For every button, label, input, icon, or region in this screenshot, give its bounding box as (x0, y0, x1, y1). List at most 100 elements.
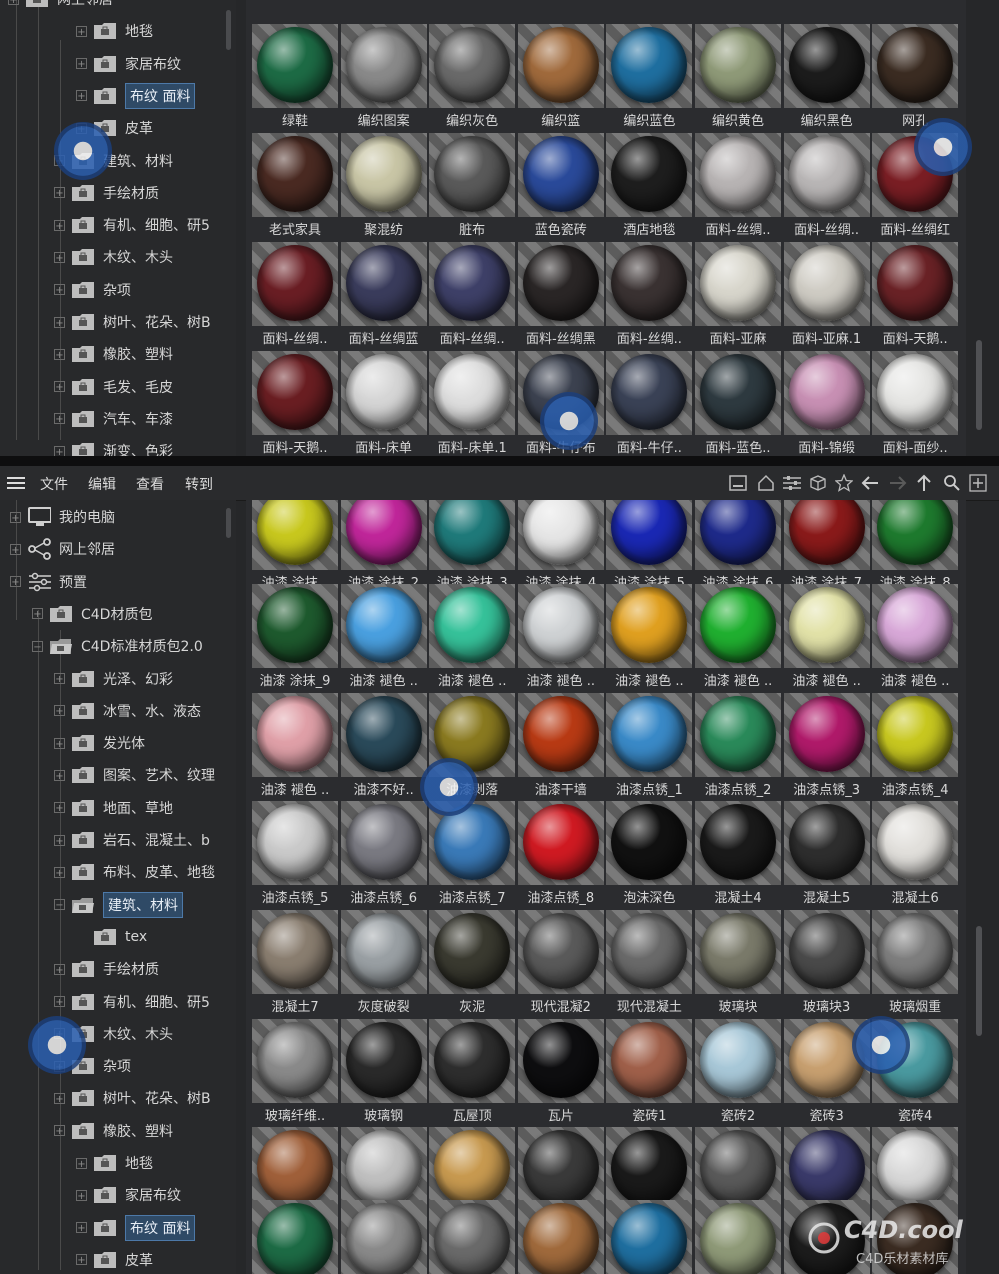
expand-toggle-icon[interactable]: + (54, 284, 65, 296)
material-tile[interactable]: 面料-丝绸.. (783, 133, 870, 238)
tree-node[interactable]: + 有机、细胞、研5 (54, 210, 210, 240)
tree-node[interactable]: + 我的电脑 (10, 502, 115, 532)
material-tile[interactable]: 油漆 涂抹_8 (872, 500, 959, 591)
tree-node[interactable]: + 地毯 (76, 1148, 153, 1178)
star-icon[interactable] (834, 473, 854, 493)
tree-node[interactable]: + 树叶、花朵、树B (54, 307, 211, 337)
material-tile[interactable]: 网孔 (872, 24, 959, 129)
material-tile[interactable] (606, 0, 692, 10)
material-tile[interactable]: 蓝色瓷砖 (517, 133, 604, 238)
tree-node[interactable]: − C4D标准材质包2.0 (32, 631, 203, 661)
material-tile[interactable] (695, 0, 781, 10)
material-tile[interactable]: 油漆 涂抹_9 (252, 584, 338, 689)
expand-toggle-icon[interactable]: + (10, 576, 21, 588)
material-tile[interactable]: 编织黄色 (695, 1200, 781, 1274)
material-tile[interactable]: 面料-天鹅.. (872, 242, 959, 347)
expand-toggle-icon[interactable]: + (54, 673, 65, 685)
search-icon[interactable] (942, 473, 962, 493)
material-tile[interactable]: 油漆 涂抹_3 (429, 500, 516, 591)
material-tile[interactable]: 混凝土5 (783, 801, 870, 906)
material-tile[interactable]: 灰度破裂 (340, 910, 427, 1015)
material-tile[interactable]: 编织黄色 (695, 24, 781, 129)
expand-toggle-icon[interactable]: − (32, 640, 43, 653)
material-tile[interactable]: 面料-锦缎 (783, 351, 870, 456)
material-tile[interactable]: 玻璃块3 (783, 910, 870, 1015)
tree-node[interactable]: + 网上邻居 (8, 0, 113, 14)
material-tile[interactable]: 油漆 涂抹_5 (606, 500, 693, 591)
tree-scrollbar[interactable] (226, 10, 231, 50)
material-tile[interactable]: 绿鞋 (252, 1200, 338, 1274)
tree-node[interactable]: + 木纹、木头 (54, 242, 173, 272)
material-tile[interactable]: 瓷砖1 (606, 1019, 693, 1124)
expand-toggle-icon[interactable]: + (76, 1222, 87, 1234)
expand-toggle-icon[interactable]: + (54, 251, 65, 264)
expand-toggle-icon[interactable]: + (76, 58, 87, 70)
material-tile[interactable]: 油漆 褪色 .. (872, 584, 959, 689)
tree-node[interactable]: + 地面、草地 (54, 793, 173, 823)
tree-node[interactable]: + 手绘材质 (54, 178, 159, 208)
material-tile[interactable]: 瓦屋顶 (429, 1019, 516, 1124)
up-arrow-icon[interactable] (914, 473, 934, 493)
tree-node[interactable]: + 树叶、花朵、树B (54, 1083, 211, 1113)
menu-file[interactable]: 文件 (40, 474, 68, 494)
expand-toggle-icon[interactable]: + (54, 1092, 65, 1105)
tree-node[interactable]: + 冰雪、水、液态 (54, 696, 201, 726)
expand-toggle-icon[interactable]: + (76, 25, 87, 38)
material-tile[interactable]: 面料-丝绸蓝 (340, 242, 427, 347)
tree-node[interactable]: − 建筑、材料 (54, 890, 183, 920)
tree-node[interactable]: + 家居布纹 (76, 1180, 181, 1210)
expand-toggle-icon[interactable]: + (54, 413, 65, 425)
material-tile[interactable]: 油漆 涂抹_4 (517, 500, 604, 591)
material-tile[interactable]: 绿鞋 (252, 24, 338, 129)
material-tile[interactable]: 混凝土7 (252, 910, 338, 1015)
menu-edit[interactable]: 编辑 (88, 474, 116, 494)
material-tile[interactable]: 油漆点锈_7 (429, 801, 516, 906)
tree-node[interactable]: + 地毯 (76, 16, 153, 46)
material-tile[interactable]: 油漆 褪色 .. (252, 693, 338, 798)
material-tile[interactable]: 灰泥 (429, 910, 516, 1015)
expand-toggle-icon[interactable]: − (54, 899, 65, 911)
hamburger-menu-icon[interactable] (6, 473, 26, 493)
menu-goto[interactable]: 转到 (185, 474, 213, 494)
material-tile[interactable]: 油漆 褪色 .. (695, 584, 781, 689)
material-tile[interactable]: 混凝土4 (695, 801, 781, 906)
tree-node[interactable]: + 杂项 (54, 275, 131, 305)
material-tile[interactable]: 面料-床单.1 (429, 351, 516, 456)
tree-node[interactable]: + 布纹 面料 (76, 81, 196, 111)
expand-toggle-icon[interactable]: + (54, 996, 65, 1008)
expand-toggle-icon[interactable]: + (76, 1254, 87, 1266)
material-tile[interactable] (341, 0, 427, 10)
tree-node[interactable]: + 发光体 (54, 728, 145, 758)
material-tile[interactable]: 面料-牛仔.. (606, 351, 693, 456)
material-tile[interactable]: 面料-丝绸.. (606, 242, 693, 347)
expand-toggle-icon[interactable]: + (54, 866, 65, 879)
material-tile[interactable]: 编织灰色 (429, 24, 516, 129)
expand-toggle-icon[interactable]: + (54, 1125, 65, 1137)
home-icon[interactable] (756, 473, 776, 493)
expand-toggle-icon[interactable]: + (54, 802, 65, 814)
new-tab-plus-icon[interactable] (968, 473, 988, 493)
settings-sliders-icon[interactable] (782, 473, 802, 493)
material-tile[interactable]: 油漆点锈_4 (872, 693, 959, 798)
material-tile[interactable]: 编织篮 (517, 24, 604, 129)
expand-toggle-icon[interactable]: + (76, 1189, 87, 1202)
material-tile[interactable]: 玻璃钢 (340, 1019, 427, 1124)
tree-node[interactable]: + 网上邻居 (10, 534, 115, 564)
material-tile[interactable]: 油漆 涂抹_. (252, 500, 338, 591)
material-tile[interactable]: 油漆 褪色 .. (606, 584, 693, 689)
expand-toggle-icon[interactable]: + (32, 608, 43, 620)
material-tile[interactable] (872, 0, 958, 10)
tree-node[interactable]: + C4D材质包 (32, 599, 152, 629)
tree-node[interactable]: + 图案、艺术、纹理 (54, 760, 215, 790)
material-tile[interactable]: 脏布 (429, 133, 516, 238)
tree-node[interactable]: + 布纹 面料 (76, 1213, 196, 1243)
expand-toggle-icon[interactable]: + (54, 445, 65, 456)
tree-node[interactable]: + 有机、细胞、研5 (54, 987, 210, 1017)
material-tile[interactable]: 油漆 褪色 .. (783, 584, 870, 689)
expand-toggle-icon[interactable]: + (10, 511, 21, 524)
material-tile[interactable]: 编织图案 (340, 1200, 427, 1274)
material-tile[interactable]: 面料-床单 (340, 351, 427, 456)
material-tile[interactable]: 油漆不好.. (340, 693, 427, 798)
tree-node[interactable]: + 家居布纹 (76, 49, 181, 79)
material-tile[interactable]: 面料-丝绸.. (252, 242, 338, 347)
